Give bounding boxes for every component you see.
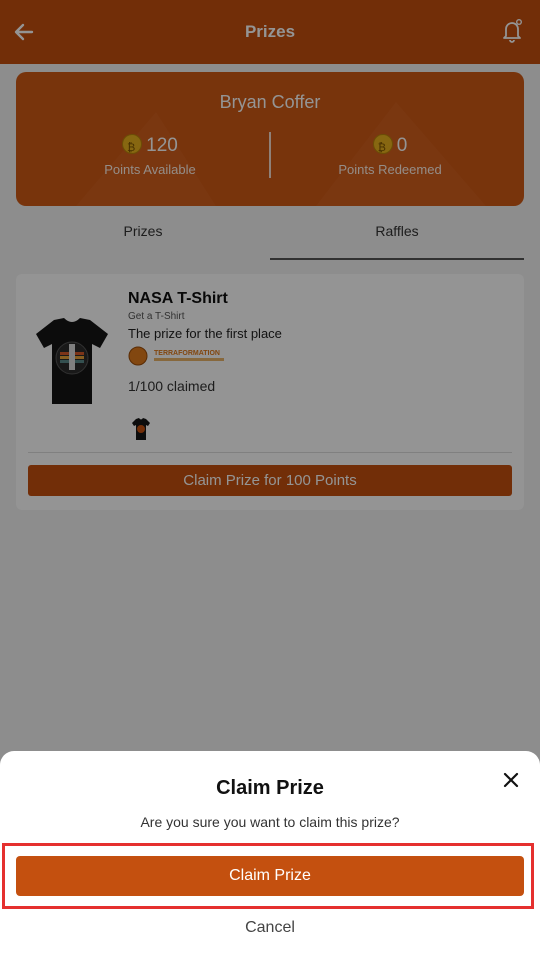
cancel-button[interactable]: Cancel	[0, 919, 540, 937]
confirm-claim-button[interactable]: Claim Prize	[16, 856, 524, 896]
dialog-title: Claim Prize	[216, 777, 324, 799]
dialog-message: Are you sure you want to claim this priz…	[140, 814, 400, 830]
close-icon[interactable]	[500, 769, 522, 791]
claim-prize-dialog: Claim Prize Are you sure you want to cla…	[0, 751, 540, 960]
